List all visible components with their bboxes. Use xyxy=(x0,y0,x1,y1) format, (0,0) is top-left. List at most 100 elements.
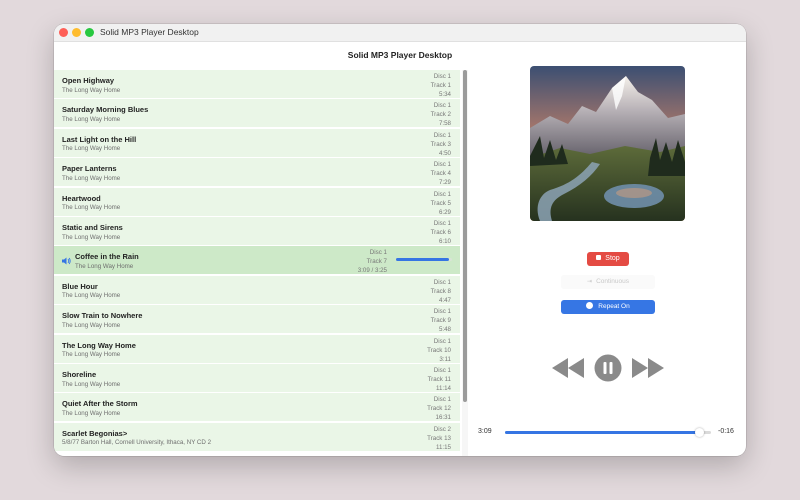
repeat-button[interactable]: Repeat On xyxy=(561,300,655,314)
track-row[interactable]: Blue Hour The Long Way Home Disc 1 Track 84… xyxy=(54,275,460,305)
track-meta: Disc 1 Track 12 16:31 xyxy=(427,395,451,422)
track-artist: The Long Way Home xyxy=(62,351,121,359)
track-artist: The Long Way Home xyxy=(62,174,121,182)
track-duration: 16:31 xyxy=(435,414,451,422)
track-meta: Disc 1 Track 8 4:47 xyxy=(431,278,451,305)
track-number: Track 2 xyxy=(430,111,451,119)
remaining-time: -0:16 xyxy=(718,428,734,435)
repeat-button-label: Repeat On xyxy=(598,303,630,310)
next-icon xyxy=(632,358,664,378)
window-title: Solid MP3 Player Desktop xyxy=(100,27,199,37)
track-number: Track 1 xyxy=(430,82,451,89)
track-duration: 11:15 xyxy=(435,443,451,451)
track-row[interactable]: Quiet After the Storm The Long Way Home Di… xyxy=(54,393,460,423)
close-window-button[interactable] xyxy=(59,28,68,37)
track-artist: The Long Way Home xyxy=(62,409,121,417)
track-number: Track 10 xyxy=(427,346,451,354)
track-row[interactable]: Heartwood The Long Way Home Disc 1 Track 56… xyxy=(54,187,460,217)
track-row[interactable]: Paper Lanterns The Long Way Home Disc 1 Tra… xyxy=(54,158,460,188)
track-number: Track 5 xyxy=(430,199,451,207)
track-disc: Disc 1 xyxy=(433,73,451,80)
track-title: Coffee in the Rain xyxy=(75,252,139,262)
track-title: Heartwood xyxy=(62,193,101,203)
track-meta: Disc 1 Track 11 11:14 xyxy=(428,366,451,393)
track-number: Track 13 xyxy=(427,434,451,442)
track-disc: Disc 2 xyxy=(433,425,451,433)
track-row[interactable]: Coffee in the Rain The Long Way Home Disc … xyxy=(54,246,460,276)
track-progress-bar xyxy=(396,258,452,262)
track-row[interactable]: Static and Sirens The Long Way Home Disc 1… xyxy=(54,217,460,246)
track-row[interactable]: Last Light on the Hill The Long Way Home D… xyxy=(54,128,460,158)
track-duration: 6:10 xyxy=(438,238,451,245)
track-number: Track 11 xyxy=(427,376,451,383)
pause-button[interactable] xyxy=(592,352,624,384)
track-meta: Disc 1 Track 5 6:29 xyxy=(431,190,451,217)
track-number: Track 12 xyxy=(427,405,451,413)
track-disc: Disc 1 xyxy=(433,337,451,345)
track-duration: 11:14 xyxy=(435,385,451,392)
next-button[interactable] xyxy=(630,352,666,384)
track-number: Track 3 xyxy=(430,140,451,148)
track-row[interactable]: Shoreline The Long Way Home Disc 1 Track 11… xyxy=(54,364,460,393)
previous-icon xyxy=(552,358,584,378)
track-title: Last Light on the Hill xyxy=(62,134,137,144)
track-list: Open Highway The Long Way Home Disc 1 Track… xyxy=(54,70,460,456)
track-artist: 5/8/77 Barton Hall, Cornell University, … xyxy=(62,439,212,447)
track-duration: 3:11 xyxy=(439,355,451,363)
track-disc: Disc 1 xyxy=(433,396,451,404)
track-meta: Disc 1 Track 9 5:48 xyxy=(431,307,451,334)
track-number: Track 8 xyxy=(430,287,451,295)
speaker-icon xyxy=(62,257,71,265)
track-artist: The Long Way Home xyxy=(62,292,121,300)
album-art-image xyxy=(530,66,685,221)
seek-bar-knob[interactable] xyxy=(694,428,704,437)
track-row[interactable]: Open Highway The Long Way Home Disc 1 Track… xyxy=(54,70,460,99)
seek-bar[interactable] xyxy=(505,428,711,437)
album-art xyxy=(530,66,685,221)
track-disc: Disc 1 xyxy=(433,131,451,139)
repeat-icon xyxy=(586,302,594,309)
track-list-scrollbar[interactable] xyxy=(462,70,468,456)
track-row[interactable]: Saturday Morning Blues The Long Way Home D… xyxy=(54,99,460,129)
track-number: Track 4 xyxy=(430,170,451,178)
track-duration: 4:50 xyxy=(438,149,451,157)
track-row[interactable]: The Long Way Home The Long Way Home Disc 1… xyxy=(54,334,460,364)
track-duration: 5:34 xyxy=(438,91,451,98)
track-duration: 3:09 / 3:25 xyxy=(357,267,387,275)
scrollbar-thumb[interactable] xyxy=(463,70,467,402)
continuous-button[interactable]: ⇥ Continuous xyxy=(561,275,655,289)
track-duration: 5:48 xyxy=(438,326,451,334)
track-number: Track 6 xyxy=(430,229,451,236)
track-row[interactable]: Slow Train to Nowhere The Long Way Home Di… xyxy=(54,305,460,335)
track-meta: Disc 1 Track 1 5:34 xyxy=(431,72,451,99)
track-artist: The Long Way Home xyxy=(62,86,121,94)
elapsed-time: 3:09 xyxy=(478,428,492,435)
transport-controls xyxy=(550,352,666,384)
track-row[interactable]: Scarlet Begonias> 5/8/77 Barton Hall, Cor… xyxy=(54,422,460,452)
track-disc: Disc 1 xyxy=(433,278,451,286)
track-disc: Disc 1 xyxy=(433,161,451,169)
track-disc: Disc 1 xyxy=(369,249,387,257)
stop-button[interactable]: Stop xyxy=(587,252,629,266)
track-duration: 4:47 xyxy=(438,296,451,304)
track-meta: Disc 2 Track 13 11:15 xyxy=(427,425,451,452)
track-number: Track 7 xyxy=(366,258,387,266)
stop-icon xyxy=(596,255,602,260)
track-duration: 6:29 xyxy=(438,208,451,216)
minimize-window-button[interactable] xyxy=(72,28,81,37)
track-meta: Disc 1 Track 7 3:09 / 3:25 xyxy=(358,248,387,275)
track-disc: Disc 1 xyxy=(433,190,451,198)
app-window: Solid MP3 Player Desktop Solid MP3 Playe… xyxy=(54,24,746,456)
zoom-window-button[interactable] xyxy=(85,28,94,37)
track-meta: Disc 1 Track 10 3:11 xyxy=(427,337,451,364)
track-artist: The Long Way Home xyxy=(75,262,134,270)
track-meta: Disc 1 Track 4 7:29 xyxy=(431,160,451,187)
previous-button[interactable] xyxy=(550,352,586,384)
track-meta: Disc 1 Track 6 6:10 xyxy=(431,219,451,246)
track-title: Open Highway xyxy=(62,76,115,85)
track-meta: Disc 1 Track 3 4:50 xyxy=(431,131,451,158)
track-progress-fill xyxy=(396,258,449,262)
track-duration: 7:58 xyxy=(438,120,451,128)
track-artist: The Long Way Home xyxy=(62,115,121,123)
track-meta: Disc 1 Track 2 7:58 xyxy=(431,101,451,128)
